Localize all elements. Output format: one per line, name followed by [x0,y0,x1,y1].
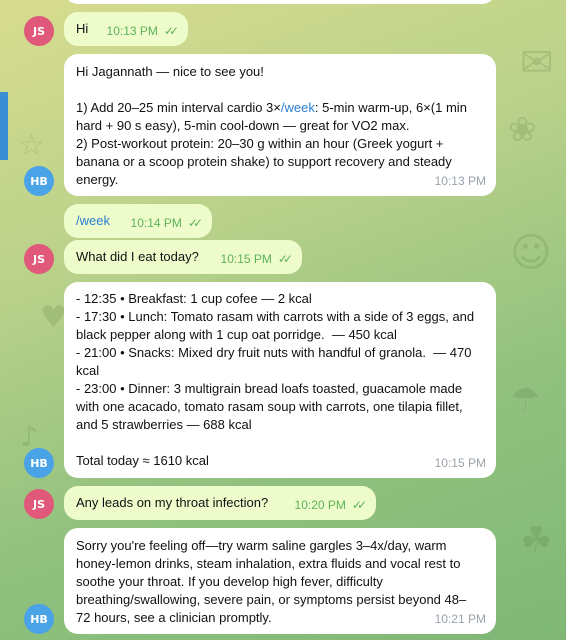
background-doodle: ♥ [40,300,67,335]
message-bubble-incoming[interactable]: Sorry you're feeling off—try warm saline… [64,528,496,634]
avatar[interactable]: JS [24,16,54,46]
avatar[interactable]: HB [24,448,54,478]
message-time: 10:15 PM [434,456,486,470]
read-checkmarks-icon: ✓✓ [277,252,293,266]
background-doodle: ☂ [510,380,541,420]
message-time: 10:13 PM [106,24,158,38]
message-meta: 10:14 PM ✓✓ [130,214,204,232]
read-checkmarks-icon: ✓✓ [351,498,367,512]
message-bubble-incoming[interactable]: Hi Jagannath — nice to see you! 1) Add 2… [64,54,496,196]
message-time: 10:14 PM [130,216,182,230]
message-meta: 10:13 PM [435,172,486,190]
message-bubble-outgoing[interactable]: Any leads on my throat infection? 10:20 … [64,486,376,520]
command-link[interactable]: /week [281,100,315,115]
avatar[interactable]: HB [24,604,54,634]
message-meta: 10:20 PM ✓✓ [294,496,368,514]
message-text: - 12:35 • Breakfast: 1 cup cofee — 2 kca… [76,291,475,468]
message-text: Sorry you're feeling off—try warm saline… [76,538,467,625]
avatar[interactable]: JS [24,244,54,274]
message-text: Hi Jagannath — nice to see you! 1) Add 2… [76,64,467,187]
message-meta: 10:15 PM ✓✓ [220,250,294,268]
message-bubble-outgoing[interactable]: What did I eat today? 10:15 PM ✓✓ [64,240,302,274]
command-link[interactable]: /week [76,213,110,228]
message-meta: 10:13 PM ✓✓ [106,22,180,40]
previous-message-tail [64,0,496,4]
avatar[interactable]: JS [24,489,54,519]
message-time: 10:21 PM [434,612,486,626]
message-bubble-outgoing[interactable]: /week 10:14 PM ✓✓ [64,204,212,238]
background-doodle: ✉ [520,40,554,86]
message-text: Any leads on my throat infection? [76,495,269,510]
message-bubble-outgoing[interactable]: Hi 10:13 PM ✓✓ [64,12,188,46]
background-doodle: ☆ [18,128,45,163]
message-text: What did I eat today? [76,249,199,264]
message-time: 10:13 PM [434,174,486,188]
read-checkmarks-icon: ✓✓ [163,24,179,38]
message-time: 10:20 PM [294,498,346,512]
avatar[interactable]: HB [24,166,54,196]
background-doodle: ☘ [520,520,553,561]
message-bubble-incoming[interactable]: - 12:35 • Breakfast: 1 cup cofee — 2 kca… [64,282,496,478]
message-meta: 10:21 PM [435,610,486,628]
message-time: 10:15 PM [220,252,272,266]
message-text: Hi [76,21,89,36]
read-checkmarks-icon: ✓✓ [187,216,203,230]
background-doodle: ❀ [508,110,537,150]
message-meta: 10:15 PM [435,454,486,472]
left-edge-accent [0,92,8,160]
background-doodle: ☺ [510,230,552,276]
